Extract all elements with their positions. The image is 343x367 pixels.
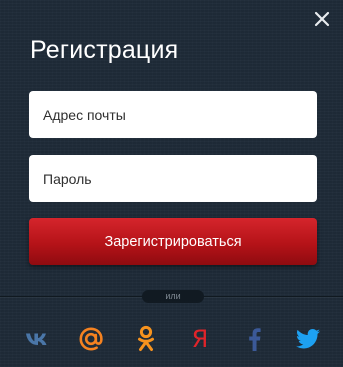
twitter-login-button[interactable] xyxy=(291,322,325,356)
email-field[interactable] xyxy=(29,91,317,138)
vk-login-button[interactable] xyxy=(21,322,55,356)
mail-login-button[interactable] xyxy=(74,322,108,356)
registration-dialog: Регистрация Зарегистрироваться или Я xyxy=(0,0,343,367)
close-button[interactable] xyxy=(311,8,333,30)
yandex-icon: Я xyxy=(191,325,209,353)
at-sign-icon xyxy=(79,327,103,351)
social-login-row: Я xyxy=(0,322,343,356)
odnoklassniki-login-button[interactable] xyxy=(129,322,163,356)
twitter-icon xyxy=(296,329,320,349)
register-button[interactable]: Зарегистрироваться xyxy=(29,218,317,265)
close-icon xyxy=(314,11,330,27)
facebook-login-button[interactable] xyxy=(237,322,271,356)
facebook-icon xyxy=(249,328,261,351)
vk-icon xyxy=(26,333,47,345)
yandex-login-button[interactable]: Я xyxy=(183,322,217,356)
divider-label: или xyxy=(142,290,204,303)
odnoklassniki-icon xyxy=(138,325,154,351)
password-field[interactable] xyxy=(29,155,317,202)
dialog-title: Регистрация xyxy=(30,36,179,64)
